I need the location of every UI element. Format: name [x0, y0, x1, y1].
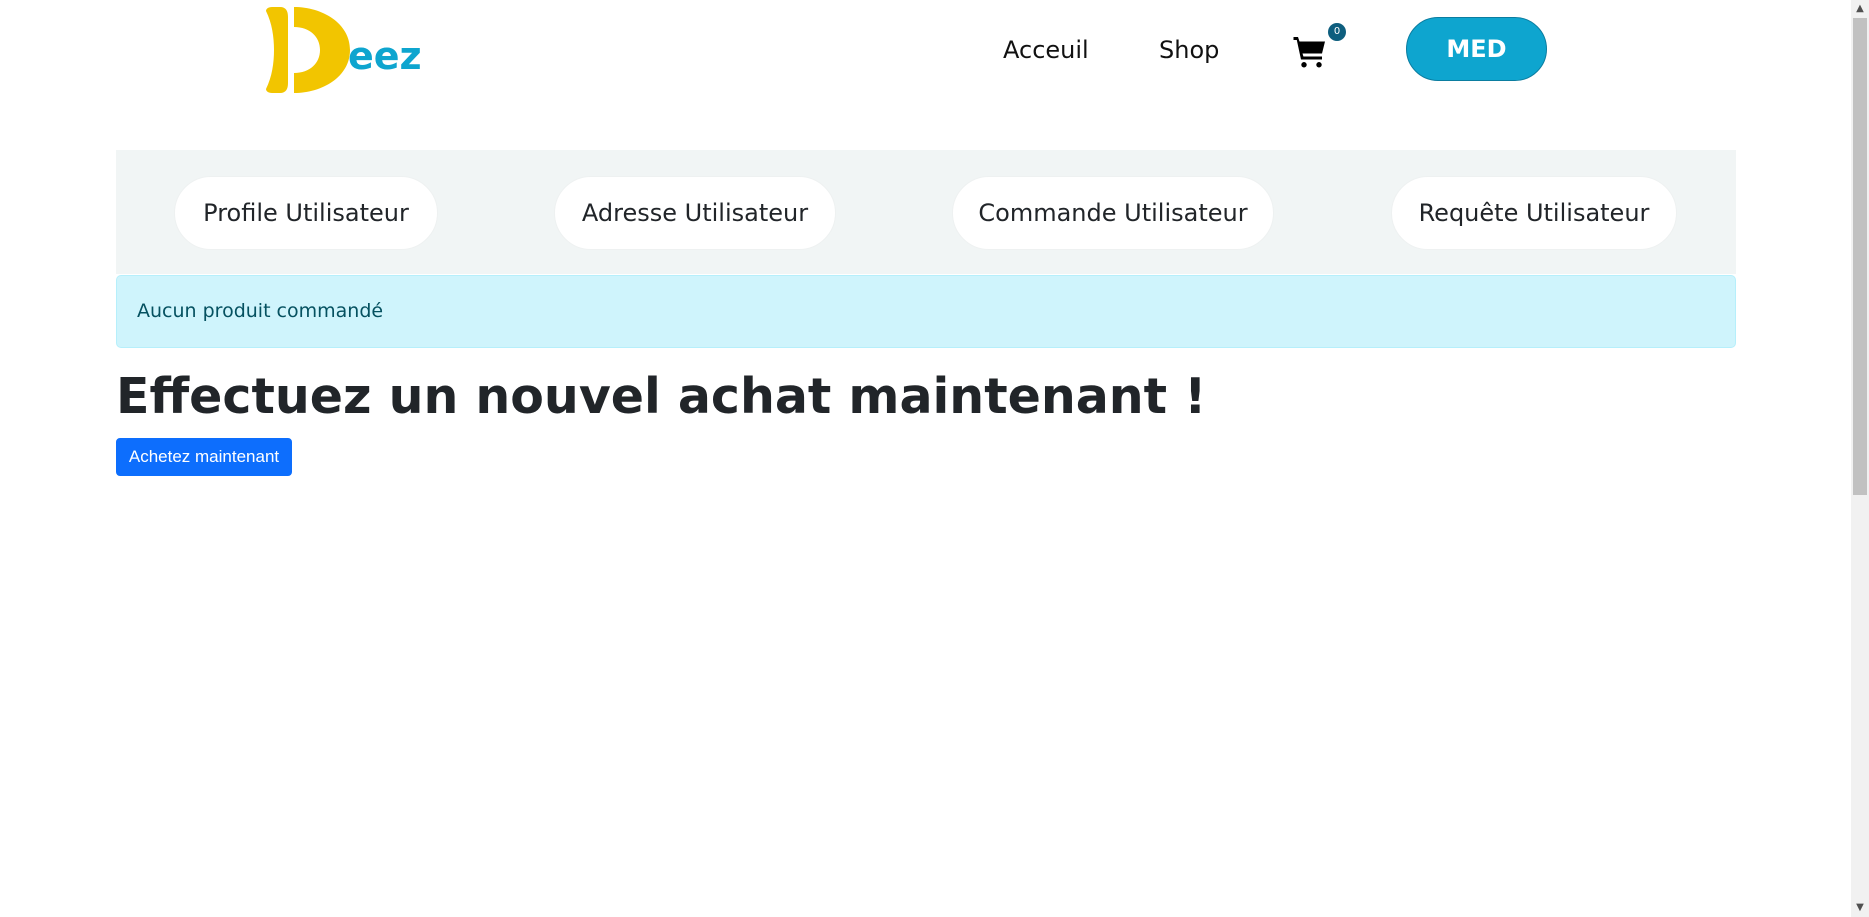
cart-count-badge: 0 [1328, 23, 1346, 41]
user-account-button[interactable]: MED [1406, 17, 1547, 81]
page-scrollbar[interactable]: ▲ ▼ [1851, 0, 1869, 917]
scroll-thumb[interactable] [1853, 18, 1867, 495]
no-orders-alert: Aucun produit commandé [116, 275, 1736, 348]
site-header: eez Acceuil Shop 0 MED [0, 0, 1851, 100]
cart-button[interactable] [1292, 34, 1332, 74]
tab-user-orders[interactable]: Commande Utilisateur [952, 176, 1274, 250]
tab-user-profile[interactable]: Profile Utilisateur [174, 176, 438, 250]
logo-text: eez [348, 34, 422, 78]
buy-now-button[interactable]: Achetez maintenant [116, 438, 292, 476]
user-tabs-panel: Profile Utilisateur Adresse Utilisateur … [116, 150, 1736, 274]
scroll-down-arrow-icon[interactable]: ▼ [1851, 899, 1869, 917]
deez-logo-icon: eez [266, 7, 422, 93]
scroll-up-arrow-icon[interactable]: ▲ [1851, 0, 1869, 18]
shopping-cart-icon [1293, 37, 1325, 68]
tab-user-requests[interactable]: Requête Utilisateur [1391, 176, 1677, 250]
nav-shop-link[interactable]: Shop [1159, 36, 1219, 64]
deez-logo[interactable]: eez [262, 7, 422, 93]
tab-user-address[interactable]: Adresse Utilisateur [554, 176, 836, 250]
nav-home-link[interactable]: Acceuil [1003, 36, 1089, 64]
page-headline: Effectuez un nouvel achat maintenant ! [116, 368, 1207, 425]
